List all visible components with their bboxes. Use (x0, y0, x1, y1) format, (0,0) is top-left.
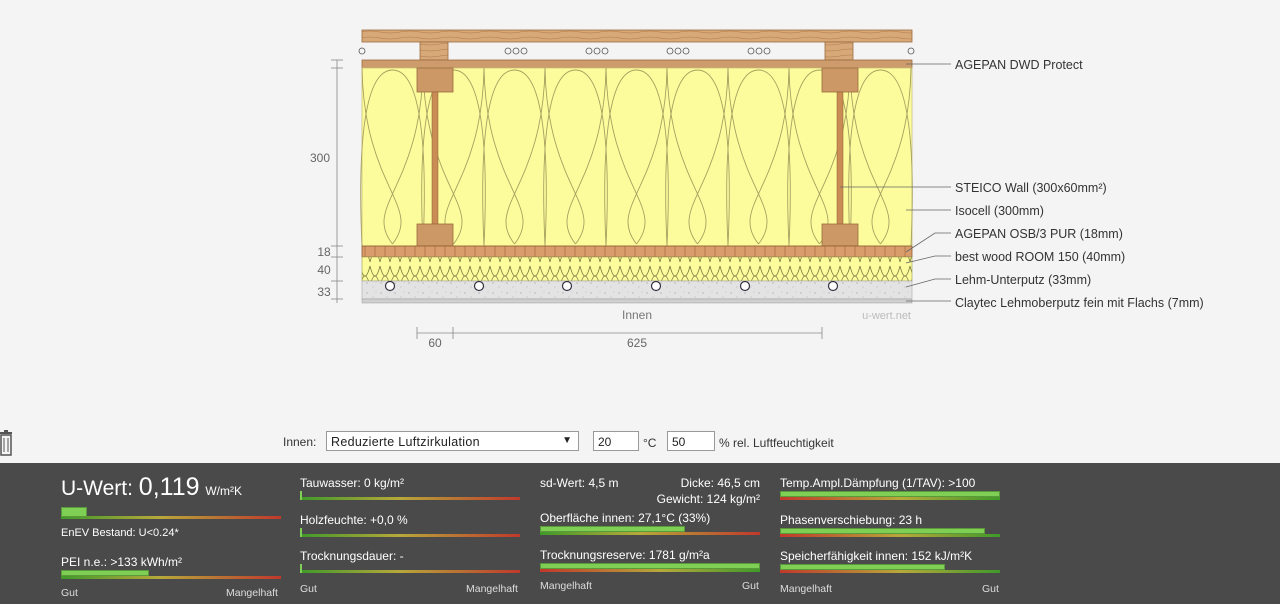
dimension-300: 300 (310, 151, 330, 165)
humidity-input[interactable]: 50 (667, 431, 715, 451)
dropdown-arrow-icon: ▼ (562, 435, 572, 446)
scale-bad-1: Mangelhaft (226, 587, 278, 599)
trocknungsdauer-text: Trocknungsdauer: - (300, 549, 404, 563)
dimension-18: 18 (317, 245, 331, 259)
dimension-60: 60 (428, 336, 442, 350)
scale-bad-4: Mangelhaft (780, 583, 832, 595)
phasen-bar-fill (780, 528, 985, 534)
uwert-line: U-Wert: 0,119 W/m²K (61, 473, 242, 502)
air-circulation-value: Reduzierte Luftzirkulation (331, 435, 480, 449)
pei-bar (61, 570, 281, 579)
dicke-text: Dicke: 46,5 cm (680, 476, 760, 490)
scale-bad-3: Mangelhaft (540, 580, 592, 592)
phasen-bar (780, 528, 1000, 537)
scale-good-4: Gut (982, 583, 999, 595)
results-panel: U-Wert: 0,119 W/m²K EnEV Bestand: U<0.24… (0, 463, 1280, 604)
dimension-lines-bottom (416, 327, 823, 339)
phasen-text: Phasenverschiebung: 23 h (780, 513, 923, 527)
temp-ampl-bar (780, 491, 1000, 500)
gewicht-text: Gewicht: 124 kg/m² (656, 492, 760, 506)
holzfeuchte-text: Holzfeuchte: +0,0 % (300, 513, 408, 527)
trocknungsreserve-text: Trocknungsreserve: 1781 g/m²a (540, 548, 710, 562)
enev-text: EnEV Bestand: U<0.24* (61, 527, 179, 539)
uwert-label: U-Wert: (61, 477, 133, 500)
oberflaeche-bar (540, 526, 760, 535)
scale-good-2: Gut (300, 583, 317, 595)
layer-dwd-board (361, 59, 913, 69)
trocknungsdauer-bar (300, 564, 520, 573)
temp-ampl-text: Temp.Ampl.Dämpfung (1/TAV): >100 (780, 476, 976, 490)
scale-bad-2: Mangelhaft (466, 583, 518, 595)
pei-bar-fill (61, 570, 149, 576)
speicher-bar-fill (780, 564, 945, 570)
watermark: u-wert.net (862, 310, 911, 322)
trocknungsreserve-bar-fill (540, 563, 760, 569)
temperature-unit: °C (643, 436, 657, 450)
speicher-bar (780, 564, 1000, 573)
uwert-value: 0,119 (138, 473, 200, 501)
layer-fine-plaster (361, 298, 913, 304)
layer-label-lehm: Lehm-Unterputz (33mm) (955, 273, 1091, 287)
counter-batten (361, 29, 913, 43)
sd-wert-text: sd-Wert: 4,5 m (540, 476, 619, 490)
layer-woodfibre (361, 256, 913, 282)
temperature-input[interactable]: 20 (593, 431, 639, 451)
trocknungsreserve-bar (540, 563, 760, 572)
holzfeuchte-bar (300, 528, 520, 537)
conditions-bar: Innen: Reduzierte Luftzirkulation ▼ 20 °… (0, 430, 1280, 454)
wall-cross-section-diagram: 300 18 40 33 60 625 Innen u-wert.net AGE… (310, 29, 1204, 350)
dimension-625: 625 (627, 336, 647, 350)
layer-label-steico: STEICO Wall (300x60mm²) (955, 181, 1107, 195)
layer-label-isocell: Isocell (300mm) (955, 204, 1044, 218)
dimension-33: 33 (317, 285, 331, 299)
air-circulation-select[interactable]: Reduzierte Luftzirkulation ▼ (326, 431, 579, 451)
layer-insulation (361, 67, 913, 247)
temp-ampl-bar-fill (780, 491, 1000, 497)
layer-label-claytec: Claytec Lehmoberputz fein mit Flachs (7m… (955, 296, 1204, 310)
uwert-unit: W/m²K (205, 484, 243, 498)
speicher-text: Speicherfähigkeit innen: 152 kJ/m²K (780, 549, 973, 563)
layer-label-dwd: AGEPAN DWD Protect (955, 58, 1083, 72)
side-label-innen: Innen (622, 308, 652, 322)
inside-label: Innen: (283, 435, 317, 449)
tauwasser-text: Tauwasser: 0 kg/m² (300, 476, 405, 490)
oberflaeche-text: Oberfläche innen: 27,1°C (33%) (540, 511, 711, 525)
uwert-bar-fill (61, 507, 88, 517)
layer-osb (361, 245, 913, 258)
humidity-unit: % rel. Luftfeuchtigkeit (719, 436, 834, 450)
scale-good-3: Gut (742, 580, 759, 592)
dimension-40: 40 (317, 263, 331, 277)
dimension-lines-left (331, 59, 343, 303)
scale-good-1: Gut (61, 587, 78, 599)
tauwasser-bar (300, 491, 520, 500)
uwert-bar (61, 507, 281, 519)
pei-text: PEI n.e.: >133 kWh/m² (61, 555, 183, 569)
layer-label-bestwood: best wood ROOM 150 (40mm) (955, 250, 1125, 264)
layer-label-osb: AGEPAN OSB/3 PUR (18mm) (955, 227, 1123, 241)
oberflaeche-bar-fill (540, 526, 686, 532)
